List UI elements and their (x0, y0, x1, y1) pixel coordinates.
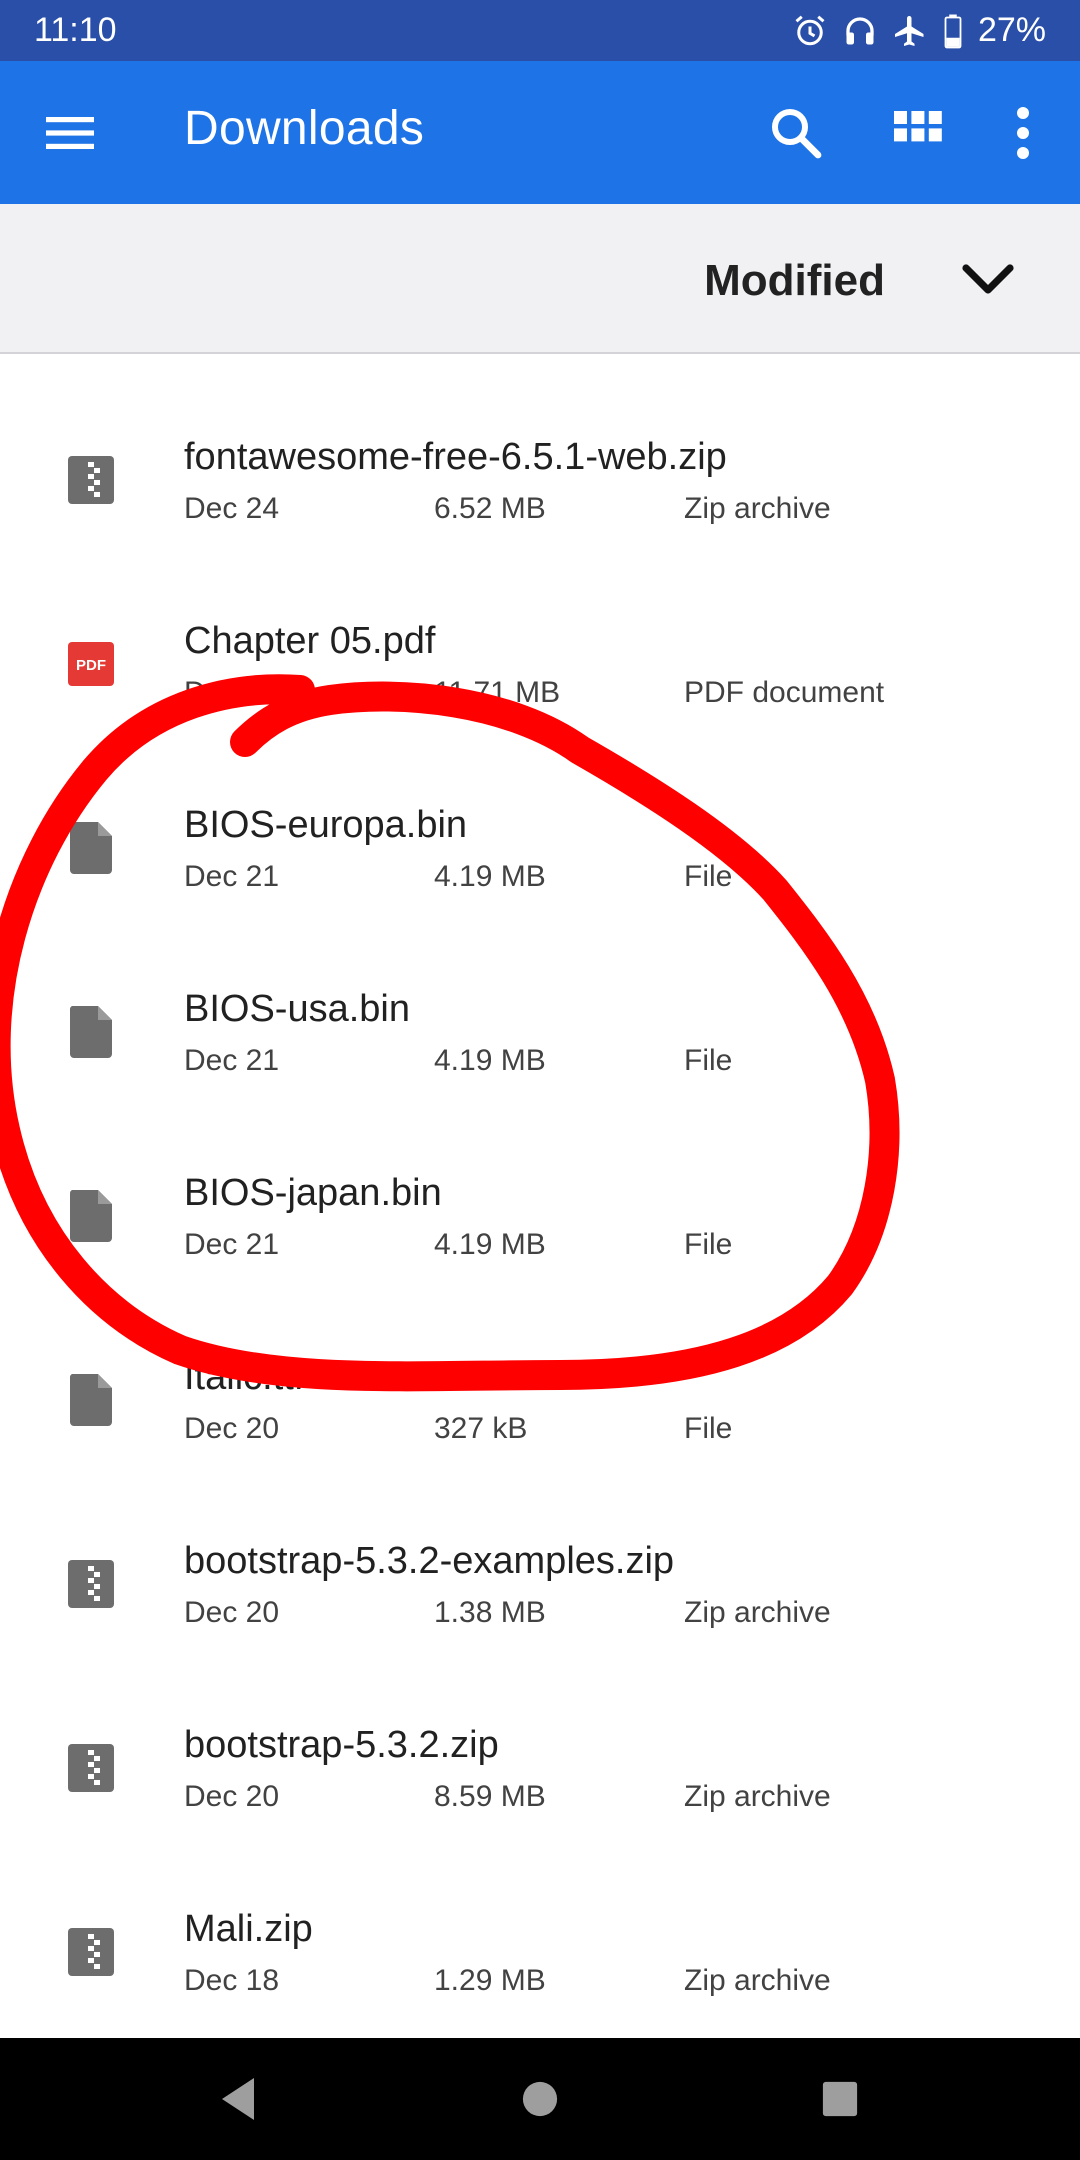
navigation-bar (0, 2038, 1080, 2160)
file-date: Dec 21 (184, 1044, 280, 1077)
file-name: bootstrap-5.3.2-examples.zip (184, 1540, 675, 1582)
file-date: Dec 21 (184, 860, 280, 893)
file-type: Zip archive (684, 1964, 831, 1997)
battery-icon (944, 14, 962, 48)
file-size: 1.29 MB (434, 1964, 546, 1997)
home-icon[interactable] (521, 2080, 559, 2118)
file-type: File (684, 1228, 733, 1261)
file-type: Zip archive (684, 492, 831, 525)
file-icon (68, 1006, 114, 1058)
file-date: Dec 24 (184, 492, 280, 525)
file-row[interactable]: Mali.zip Dec 18 1.29 MB Zip archive (0, 1860, 1080, 2038)
file-size: 327 kB (434, 1412, 528, 1445)
more-options-icon[interactable] (1008, 101, 1038, 165)
zip-icon (68, 1558, 114, 1610)
alarm-icon (795, 15, 825, 45)
chevron-down-icon[interactable] (962, 262, 1014, 298)
file-date: Dec 21 (184, 676, 280, 709)
file-date: Dec 21 (184, 1228, 280, 1261)
grid-view-icon[interactable] (892, 107, 944, 159)
search-icon[interactable] (768, 105, 824, 161)
file-name: Mali.zip (184, 1908, 313, 1950)
file-name: BIOS-japan.bin (184, 1172, 442, 1214)
status-icons: 27% (792, 11, 1046, 50)
headset-icon (846, 16, 874, 44)
file-row[interactable]: fontawesome-free-6.5.1-web.zip Dec 24 6.52… (0, 388, 1080, 572)
file-date: Dec 20 (184, 1412, 280, 1445)
file-row[interactable]: BIOS-europa.bin Dec 21 4.19 MB File (0, 756, 1080, 940)
file-type: PDF document (684, 676, 885, 709)
pdf-icon: PDF (68, 638, 114, 690)
file-date: Dec 18 (184, 1964, 280, 1997)
file-size: 1.38 MB (434, 1596, 546, 1629)
file-size: 4.19 MB (434, 860, 546, 893)
file-list: Dec 214.19 MBZip archivefontawesome-free… (0, 354, 1080, 2038)
file-name: BIOS-usa.bin (184, 988, 410, 1030)
back-icon[interactable] (218, 2076, 258, 2122)
file-size: 11.71 MB (434, 676, 561, 709)
menu-icon[interactable] (44, 107, 96, 159)
file-row[interactable]: Italic.ttf Dec 20 327 kB File (0, 1308, 1080, 1492)
battery-level: 27% (977, 11, 1046, 49)
file-type: File (684, 1412, 733, 1445)
file-date: Dec 20 (184, 1780, 280, 1813)
file-name: Chapter 05.pdf (184, 620, 436, 662)
file-type: Zip archive (684, 1780, 831, 1813)
file-row[interactable]: BIOS-japan.bin Dec 21 4.19 MB File (0, 1124, 1080, 1308)
file-row[interactable]: BIOS-usa.bin Dec 21 4.19 MB File (0, 940, 1080, 1124)
airplane-mode-icon (894, 15, 924, 46)
file-icon (68, 1190, 114, 1242)
status-bar: 11:10 27% (0, 0, 1080, 61)
file-row[interactable]: PDF Chapter 05.pdf Dec 21 11.71 MB PDF docum… (0, 572, 1080, 756)
recents-icon[interactable] (821, 2080, 859, 2118)
file-date: Dec 20 (184, 1596, 280, 1629)
file-row[interactable]: bootstrap-5.3.2-examples.zip Dec 20 1.38 M… (0, 1492, 1080, 1676)
zip-icon (68, 1742, 114, 1794)
sort-label[interactable]: Modified (704, 256, 885, 306)
app-bar: Downloads (0, 61, 1080, 204)
file-type: File (684, 860, 733, 893)
status-time: 11:10 (34, 11, 117, 49)
page-title: Downloads (184, 102, 425, 155)
file-name: Italic.ttf (184, 1356, 305, 1398)
file-name: fontawesome-free-6.5.1-web.zip (184, 436, 727, 478)
file-type: File (684, 1044, 733, 1077)
file-row[interactable]: bootstrap-5.3.2.zip Dec 20 8.59 MB Zip arch… (0, 1676, 1080, 1860)
file-size: 8.59 MB (434, 1780, 546, 1813)
file-size: 4.19 MB (434, 1044, 546, 1077)
file-name: BIOS-europa.bin (184, 804, 468, 846)
zip-icon (68, 1926, 114, 1978)
sort-bar[interactable]: Modified (0, 204, 1080, 354)
pdf-badge-text: PDF (76, 657, 106, 674)
file-size: 4.19 MB (434, 1228, 546, 1261)
file-icon (68, 1374, 114, 1426)
zip-icon (68, 454, 114, 506)
file-type: Zip archive (684, 1596, 831, 1629)
file-icon (68, 822, 114, 874)
file-name: bootstrap-5.3.2.zip (184, 1724, 499, 1766)
file-size: 6.52 MB (434, 492, 546, 525)
file-row[interactable]: Dec 214.19 MBZip archive (0, 354, 1080, 388)
